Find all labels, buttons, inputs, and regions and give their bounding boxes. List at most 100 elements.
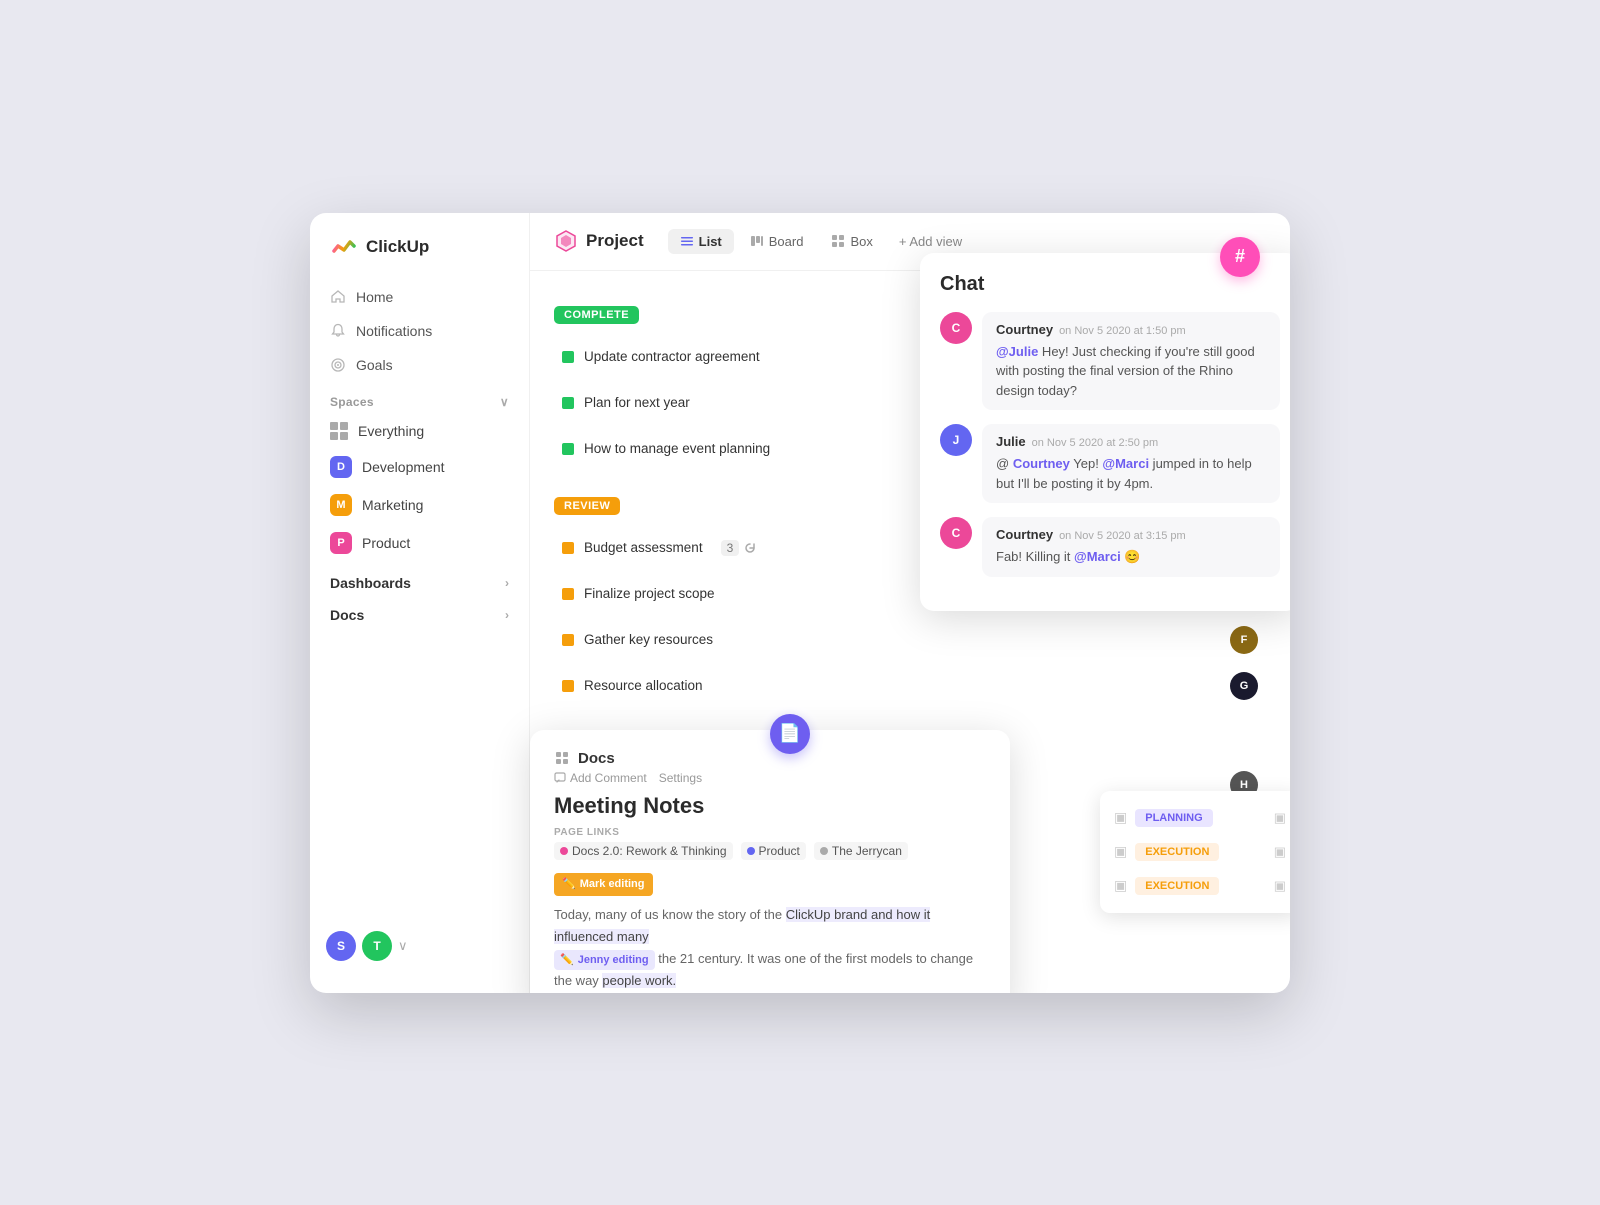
tab-board[interactable]: Board (738, 229, 816, 254)
app-name: ClickUp (366, 237, 429, 257)
tag-row: ▣ EXECUTION ▣ (1100, 869, 1290, 903)
doc-main-title: Meeting Notes (554, 793, 986, 819)
app-container: ClickUp Home Notifications (310, 213, 1290, 993)
task-dot (562, 351, 574, 363)
tag-row: ▣ PLANNING ▣ (1100, 801, 1290, 835)
docs-panel: 📄 Docs Add Comment Settings Meet (530, 730, 1010, 993)
page-link-label: Docs 2.0: Rework & Thinking (572, 844, 727, 858)
task-name: Gather key resources (584, 632, 713, 647)
board-tab-icon (750, 234, 764, 248)
chat-time: on Nov 5 2020 at 3:15 pm (1059, 530, 1186, 542)
dashboards-chevron: › (505, 576, 509, 590)
mark-editing-badge: ✏️ Mark editing (554, 873, 653, 896)
add-comment-btn[interactable]: Add Comment (554, 771, 647, 785)
chat-text: Fab! Killing it @Marci 😊 (996, 547, 1266, 567)
chat-panel: # Chat C Courtney on Nov 5 2020 at 1:50 … (920, 253, 1290, 611)
clickup-logo-icon (330, 233, 358, 261)
add-view-btn[interactable]: + Add view (889, 229, 972, 254)
grid-icon (330, 422, 348, 440)
chat-time: on Nov 5 2020 at 2:50 pm (1032, 437, 1159, 449)
comment-icon[interactable]: ▣ (1274, 878, 1286, 894)
chat-text: @ Courtney Yep! @Marci jumped in to help… (996, 454, 1266, 493)
docs-grid-icon (554, 750, 570, 766)
sidebar-item-goals[interactable]: Goals (318, 349, 521, 381)
tag-chip[interactable]: EXECUTION (1135, 843, 1219, 861)
avatar-dropdown[interactable]: ∨ (398, 938, 408, 954)
chat-avatar-courtney: C (940, 312, 972, 344)
task-dot (562, 397, 574, 409)
sidebar-item-marketing[interactable]: M Marketing (318, 487, 521, 523)
chat-bubble: Courtney on Nov 5 2020 at 3:15 pm Fab! K… (982, 517, 1280, 577)
chat-sender: Courtney (996, 322, 1053, 337)
logo-area[interactable]: ClickUp (310, 233, 529, 281)
view-tabs: List Board (668, 229, 972, 254)
mention: @Marci (1102, 456, 1149, 471)
nav-items: Home Notifications Goals (310, 281, 529, 383)
sidebar-bottom: S T ∨ (310, 919, 529, 973)
comment-icon[interactable]: ▣ (1274, 844, 1286, 860)
docs-fab-button[interactable]: 📄 (770, 714, 810, 754)
spaces-chevron[interactable]: ∨ (500, 395, 509, 409)
home-label: Home (356, 289, 393, 305)
calendar-icon: ▣ (1114, 877, 1127, 894)
page-link-dot (820, 847, 828, 855)
user-avatar-2[interactable]: T (362, 931, 392, 961)
task-dot (562, 634, 574, 646)
chat-meta: Courtney on Nov 5 2020 at 1:50 pm (996, 322, 1266, 337)
docs-body-text: ✏️ Mark editing Today, many of us know t… (554, 872, 986, 993)
docs-header[interactable]: Docs › (310, 595, 529, 627)
sidebar-item-notifications[interactable]: Notifications (318, 315, 521, 347)
mention: Courtney (1013, 456, 1070, 471)
page-link-chip[interactable]: The Jerrycan (814, 842, 908, 860)
task-row[interactable]: Gather key resources F (554, 617, 1266, 663)
chat-message-2: J Julie on Nov 5 2020 at 2:50 pm @ Court… (940, 424, 1280, 503)
comment-icon[interactable]: ▣ (1274, 810, 1286, 826)
task-assignee-avatar: F (1230, 626, 1258, 654)
page-link-chip[interactable]: Product (741, 842, 806, 860)
task-count: 3 (721, 540, 740, 556)
task-dot (562, 680, 574, 692)
development-dot: D (330, 456, 352, 478)
chat-text: @Julie Hey! Just checking if you're stil… (996, 342, 1266, 401)
page-link-label: Product (759, 844, 800, 858)
sidebar-item-product[interactable]: P Product (318, 525, 521, 561)
chat-bubble: Julie on Nov 5 2020 at 2:50 pm @ Courtne… (982, 424, 1280, 503)
chat-meta: Courtney on Nov 5 2020 at 3:15 pm (996, 527, 1266, 542)
box-tab-icon (831, 234, 845, 248)
page-link-dot (560, 847, 568, 855)
task-row[interactable]: Resource allocation G (554, 663, 1266, 709)
tag-chip[interactable]: PLANNING (1135, 809, 1212, 827)
settings-btn[interactable]: Settings (659, 771, 702, 785)
docs-chevron: › (505, 608, 509, 622)
sidebar-item-home[interactable]: Home (318, 281, 521, 313)
chat-message-1: C Courtney on Nov 5 2020 at 1:50 pm @Jul… (940, 312, 1280, 411)
notifications-label: Notifications (356, 323, 432, 339)
page-link-chip[interactable]: Docs 2.0: Rework & Thinking (554, 842, 733, 860)
sidebar-item-everything[interactable]: Everything (318, 415, 521, 447)
tags-panel: ▣ PLANNING ▣ ▣ EXECUTION ▣ ▣ EXECUTION (1100, 791, 1290, 913)
everything-label: Everything (358, 423, 424, 439)
page-links: Docs 2.0: Rework & Thinking Product The … (554, 842, 986, 860)
task-assignee-avatar: G (1230, 672, 1258, 700)
mention: @Julie (996, 344, 1038, 359)
product-dot: P (330, 532, 352, 554)
dashboards-header[interactable]: Dashboards › (310, 563, 529, 595)
chat-sender: Julie (996, 434, 1026, 449)
tab-box[interactable]: Box (819, 229, 884, 254)
list-tab-icon (680, 234, 694, 248)
calendar-icon: ▣ (1114, 809, 1127, 826)
spaces-header: Spaces ∨ (310, 383, 529, 415)
chat-hash-button[interactable]: # (1220, 237, 1260, 277)
sidebar: ClickUp Home Notifications (310, 213, 530, 993)
refresh-icon (743, 541, 757, 555)
sidebar-item-development[interactable]: D Development (318, 449, 521, 485)
project-icon (554, 229, 578, 253)
tag-chip[interactable]: EXECUTION (1135, 877, 1219, 895)
task-dot (562, 588, 574, 600)
goals-icon (330, 357, 346, 373)
jenny-editing-badge: ✏️ Jenny editing (554, 950, 655, 971)
page-link-dot (747, 847, 755, 855)
tab-list[interactable]: List (668, 229, 734, 254)
user-avatar-1[interactable]: S (326, 931, 356, 961)
docs-actions: Add Comment Settings (554, 771, 986, 785)
